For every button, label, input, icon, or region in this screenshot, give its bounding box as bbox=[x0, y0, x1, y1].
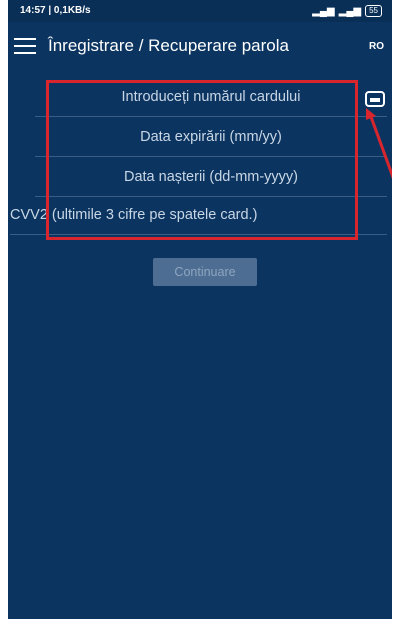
expiry-date-input[interactable]: Data expirării (mm/yy) bbox=[35, 118, 387, 157]
hamburger-menu-icon[interactable] bbox=[14, 38, 36, 56]
language-selector[interactable]: RO bbox=[369, 41, 384, 52]
continue-button[interactable]: Continuare bbox=[153, 258, 257, 286]
status-icons: ▂▄▆ ▂▄▆ 55 bbox=[312, 5, 382, 17]
cvv-input[interactable]: CVV2 (ultimile 3 cifre pe spatele card.) bbox=[10, 196, 387, 235]
status-time: 14:57 | 0,1KB/s bbox=[20, 5, 91, 16]
signal-icon: ▂▄▆ bbox=[312, 5, 335, 17]
card-number-input[interactable]: Introduceți numărul cardului bbox=[35, 78, 387, 117]
status-bar: 14:57 | 0,1KB/s ▂▄▆ ▂▄▆ 55 bbox=[8, 0, 392, 22]
signal-icon-2: ▂▄▆ bbox=[338, 5, 362, 17]
battery-icon: 55 bbox=[365, 5, 382, 17]
app-bar: Înregistrare / Recuperare parola RO bbox=[8, 22, 392, 72]
page-title: Înregistrare / Recuperare parola bbox=[48, 36, 289, 55]
phone-screen: 14:57 | 0,1KB/s ▂▄▆ ▂▄▆ 55 Înregistrare … bbox=[8, 0, 392, 619]
birth-date-input[interactable]: Data nașterii (dd-mm-yyyy) bbox=[35, 158, 387, 197]
scan-card-icon[interactable] bbox=[365, 91, 385, 107]
